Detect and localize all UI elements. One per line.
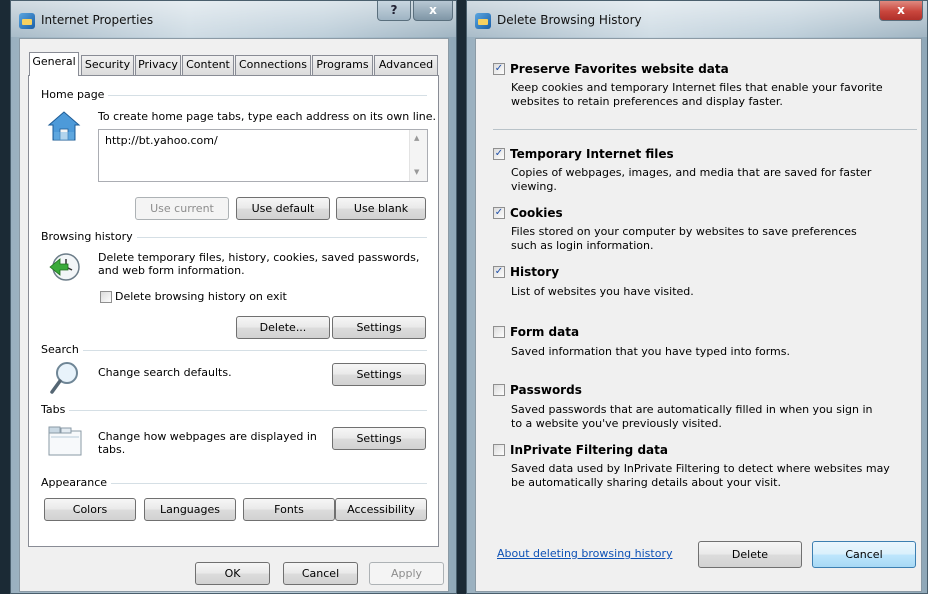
preserve-favorites-label[interactable]: Preserve Favorites website data bbox=[510, 62, 729, 76]
languages-button[interactable]: Languages bbox=[144, 498, 236, 521]
history-settings-button[interactable]: Settings bbox=[332, 316, 426, 339]
history-desc-1: List of websites you have visited. bbox=[511, 285, 694, 298]
tab-security[interactable]: Security bbox=[81, 55, 134, 75]
window-title: Delete Browsing History bbox=[497, 13, 642, 27]
title-bar: Internet Properties ? x bbox=[11, 1, 456, 37]
home-page-group-label: Home page bbox=[41, 88, 109, 101]
tab-advanced[interactable]: Advanced bbox=[374, 55, 438, 75]
cookies-checkbox[interactable]: ✓ bbox=[493, 207, 505, 219]
tabs-window-icon bbox=[48, 426, 82, 456]
home-page-description: To create home page tabs, type each addr… bbox=[98, 110, 437, 123]
search-magnifier-icon bbox=[49, 360, 81, 396]
fonts-button[interactable]: Fonts bbox=[243, 498, 335, 521]
cancel-button[interactable]: Cancel bbox=[283, 562, 358, 585]
history-label[interactable]: History bbox=[510, 265, 559, 279]
passwords-desc-1: Saved passwords that are automatically f… bbox=[511, 403, 873, 416]
tab-privacy[interactable]: Privacy bbox=[135, 55, 181, 75]
passwords-checkbox[interactable] bbox=[493, 384, 505, 396]
preserve-favorites-desc-1: Keep cookies and temporary Internet file… bbox=[511, 81, 883, 94]
delete-history-button[interactable]: Delete... bbox=[236, 316, 330, 339]
passwords-label[interactable]: Passwords bbox=[510, 383, 582, 397]
preserve-favorites-desc-2: websites to retain preferences and displ… bbox=[511, 95, 783, 108]
passwords-desc-2: to a website you've previously visited. bbox=[511, 417, 722, 430]
internet-explorer-icon bbox=[475, 13, 491, 29]
inprivate-filtering-desc-2: be automatically sharing details about y… bbox=[511, 476, 781, 489]
inprivate-filtering-label[interactable]: InPrivate Filtering data bbox=[510, 443, 668, 457]
form-data-checkbox[interactable] bbox=[493, 326, 505, 338]
section-divider bbox=[493, 129, 917, 130]
temporary-files-checkbox[interactable]: ✓ bbox=[493, 148, 505, 160]
delete-button[interactable]: Delete bbox=[698, 541, 802, 568]
search-group-label: Search bbox=[41, 343, 83, 356]
browsing-history-group-label: Browsing history bbox=[41, 230, 137, 243]
home-page-address-box[interactable]: http://bt.yahoo.com/ ▲ ▼ bbox=[98, 129, 428, 182]
apply-button[interactable]: Apply bbox=[369, 562, 444, 585]
temporary-files-label[interactable]: Temporary Internet files bbox=[510, 147, 674, 161]
inprivate-filtering-checkbox[interactable] bbox=[493, 444, 505, 456]
close-button[interactable]: x bbox=[413, 1, 453, 21]
scroll-down-icon[interactable]: ▼ bbox=[414, 168, 419, 176]
title-bar: Delete Browsing History x bbox=[467, 1, 927, 37]
search-description: Change search defaults. bbox=[98, 366, 232, 379]
history-clock-icon bbox=[48, 251, 82, 283]
cancel-button[interactable]: Cancel bbox=[812, 541, 916, 568]
preserve-favorites-checkbox[interactable]: ✓ bbox=[493, 63, 505, 75]
browsing-history-description-2: and web form information. bbox=[98, 264, 245, 277]
tabs-settings-button[interactable]: Settings bbox=[332, 427, 426, 450]
temporary-files-desc-1: Copies of webpages, images, and media th… bbox=[511, 166, 872, 179]
home-page-address-value: http://bt.yahoo.com/ bbox=[105, 134, 218, 147]
help-button[interactable]: ? bbox=[377, 1, 411, 21]
browsing-history-description-1: Delete temporary files, history, cookies… bbox=[98, 251, 420, 264]
tabs-group-label: Tabs bbox=[41, 403, 70, 416]
tabs-description-1: Change how webpages are displayed in bbox=[98, 430, 317, 443]
use-blank-button[interactable]: Use blank bbox=[336, 197, 426, 220]
form-data-label[interactable]: Form data bbox=[510, 325, 579, 339]
address-scrollbar[interactable]: ▲ ▼ bbox=[409, 130, 427, 181]
search-group-line bbox=[41, 350, 427, 351]
accessibility-button[interactable]: Accessibility bbox=[335, 498, 427, 521]
inprivate-filtering-desc-1: Saved data used by InPrivate Filtering t… bbox=[511, 462, 890, 475]
delete-on-exit-label[interactable]: Delete browsing history on exit bbox=[115, 290, 287, 303]
internet-properties-window: Internet Properties ? x General Security… bbox=[10, 0, 457, 594]
about-deleting-history-link[interactable]: About deleting browsing history bbox=[497, 547, 672, 560]
close-button[interactable]: x bbox=[879, 1, 923, 21]
ok-button[interactable]: OK bbox=[195, 562, 270, 585]
tab-content[interactable]: Content bbox=[182, 55, 234, 75]
house-icon bbox=[47, 110, 81, 142]
internet-explorer-icon bbox=[19, 13, 35, 29]
tab-general[interactable]: General bbox=[29, 52, 79, 76]
use-current-button[interactable]: Use current bbox=[135, 197, 229, 220]
colors-button[interactable]: Colors bbox=[44, 498, 136, 521]
history-checkbox[interactable]: ✓ bbox=[493, 266, 505, 278]
scroll-up-icon[interactable]: ▲ bbox=[414, 134, 419, 142]
tabs-group-line bbox=[41, 410, 427, 411]
cookies-label[interactable]: Cookies bbox=[510, 206, 563, 220]
temporary-files-desc-2: viewing. bbox=[511, 180, 557, 193]
search-settings-button[interactable]: Settings bbox=[332, 363, 426, 386]
tab-programs[interactable]: Programs bbox=[312, 55, 373, 75]
tab-connections[interactable]: Connections bbox=[235, 55, 311, 75]
dialog-client-area bbox=[475, 38, 922, 592]
cookies-desc-2: such as login information. bbox=[511, 239, 654, 252]
form-data-desc-1: Saved information that you have typed in… bbox=[511, 345, 790, 358]
cookies-desc-1: Files stored on your computer by website… bbox=[511, 225, 857, 238]
use-default-button[interactable]: Use default bbox=[236, 197, 330, 220]
appearance-group-label: Appearance bbox=[41, 476, 112, 489]
tabs-description-2: tabs. bbox=[98, 443, 126, 456]
delete-browsing-history-window: Delete Browsing History x ✓ Preserve Fav… bbox=[466, 0, 928, 594]
delete-on-exit-checkbox[interactable] bbox=[100, 291, 112, 303]
window-title: Internet Properties bbox=[41, 13, 154, 27]
